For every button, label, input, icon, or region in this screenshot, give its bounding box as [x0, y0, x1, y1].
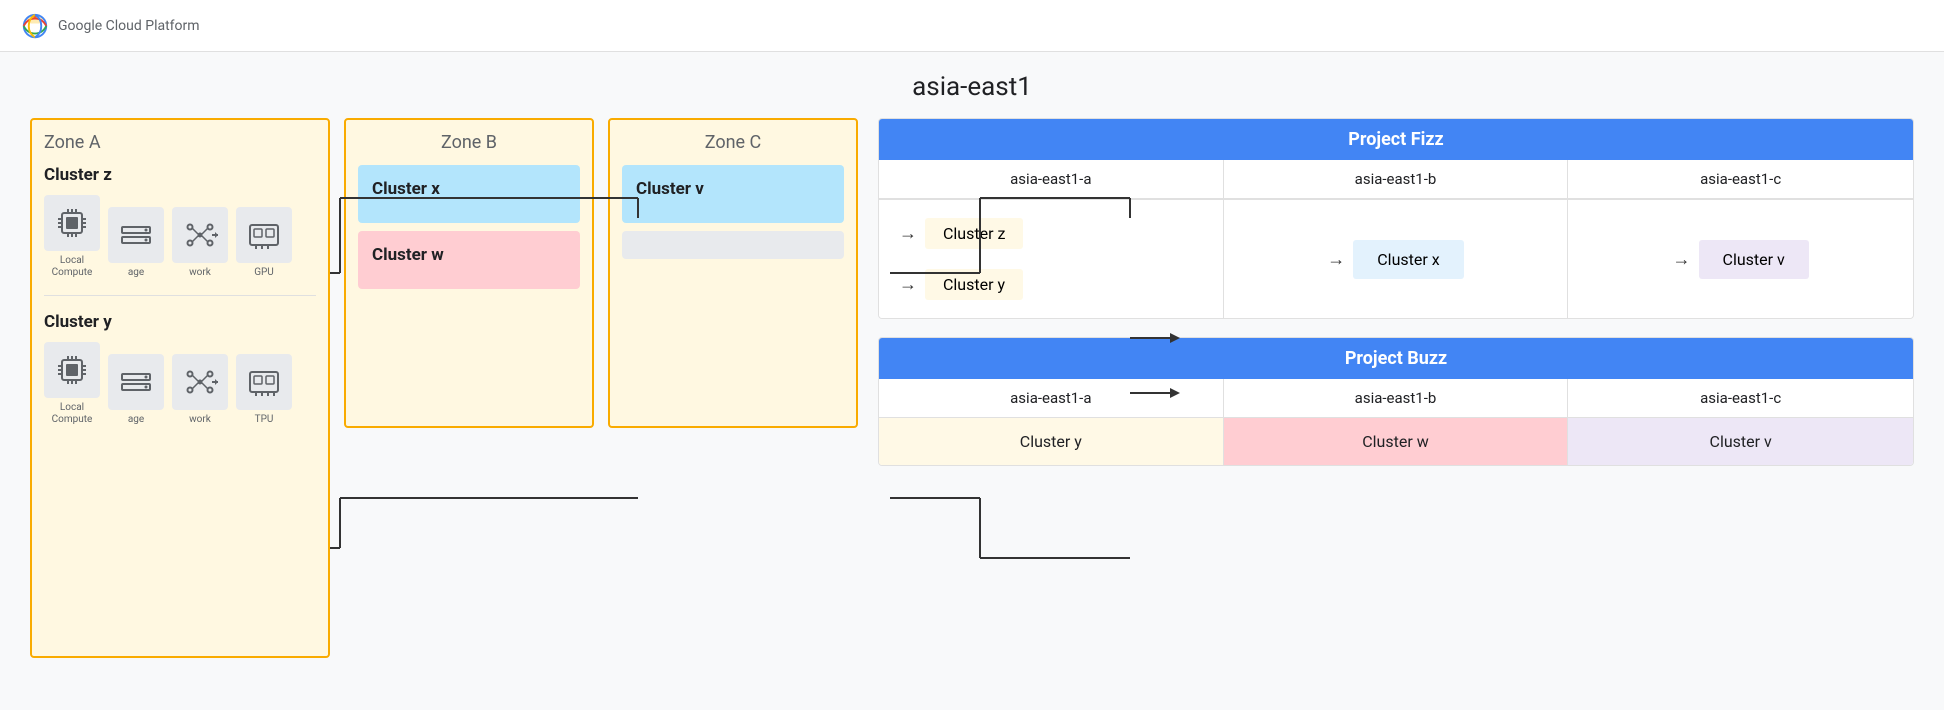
compute-y-icon-box — [44, 342, 100, 398]
main-content: asia-east1 — [0, 52, 1944, 710]
tpu-icon-label: TPU — [255, 414, 274, 426]
cluster-x: Cluster x — [358, 165, 580, 223]
storage-icon-box — [108, 207, 164, 263]
buzz-clusters-content: Cluster y Cluster w Cluster v — [879, 418, 1913, 465]
fizz-col-b: → Cluster x — [1224, 200, 1569, 318]
compute-y-icon-label: LocalCompute — [52, 402, 93, 426]
right-panel: Project Fizz asia-east1-a asia-east1-b a… — [878, 118, 1914, 466]
network-icon-label: work — [189, 267, 211, 279]
network-icon — [182, 217, 218, 253]
buzz-content: asia-east1-a asia-east1-b asia-east1-c C… — [879, 379, 1913, 465]
region-title: asia-east1 — [30, 72, 1914, 102]
fizz-col-a: → Cluster z → Cluster y — [879, 200, 1224, 318]
fizz-zone-b: asia-east1-b — [1224, 160, 1569, 198]
arrow-z: → — [899, 223, 917, 244]
fizz-col-c: → Cluster v — [1568, 200, 1913, 318]
cluster-w: Cluster w — [358, 231, 580, 289]
buzz-cluster-y: Cluster y — [879, 418, 1224, 465]
cpu-y-icon — [54, 352, 90, 388]
buzz-cluster-v: Cluster v — [1568, 418, 1913, 465]
buzz-zone-b: asia-east1-b — [1224, 379, 1569, 417]
fizz-cluster-z-row: → Cluster z — [899, 212, 1203, 255]
storage-y-icon-box — [108, 354, 164, 410]
compute-icon-box — [44, 195, 100, 251]
storage-icon-item: age — [108, 207, 164, 279]
cluster-v-label: Cluster v — [636, 179, 830, 199]
tpu-icon-box — [236, 354, 292, 410]
buzz-zone-c: asia-east1-c — [1568, 379, 1913, 417]
arrow-to-x: → — [1327, 249, 1345, 270]
project-buzz-header: Project Buzz — [879, 338, 1913, 379]
buzz-cluster-w: Cluster w — [1224, 418, 1569, 465]
tpu-icon — [246, 364, 282, 400]
network-y-icon-item: work — [172, 354, 228, 426]
project-fizz-header: Project Fizz — [879, 119, 1913, 160]
fizz-zone-a: asia-east1-a — [879, 160, 1224, 198]
gcp-logo-icon — [20, 11, 50, 41]
fizz-content: asia-east1-a asia-east1-b asia-east1-c →… — [879, 160, 1913, 318]
buzz-zones-header: asia-east1-a asia-east1-b asia-east1-c — [879, 379, 1913, 418]
storage-y-icon — [118, 364, 154, 400]
project-fizz: Project Fizz asia-east1-a asia-east1-b a… — [878, 118, 1914, 319]
storage-icon — [118, 217, 154, 253]
fizz-cluster-y-row: → Cluster y — [899, 263, 1203, 306]
tpu-icon-item: TPU — [236, 354, 292, 426]
cluster-v2 — [622, 231, 844, 259]
network-y-icon-label: work — [189, 414, 211, 426]
cluster-x-label: Cluster x — [372, 179, 566, 199]
zone-b-label: Zone B — [358, 132, 580, 153]
fizz-clusters-content: → Cluster z → Cluster y → Cluster x — [879, 199, 1913, 318]
gpu-icon-item: GPU — [236, 207, 292, 279]
diagram-wrapper: Zone A Cluster z — [30, 118, 1914, 658]
gpu-icon-box — [236, 207, 292, 263]
zone-c: Zone C Cluster v — [608, 118, 858, 428]
gcp-logo: Google Cloud Platform — [20, 11, 200, 41]
network-y-icon — [182, 364, 218, 400]
storage-icon-label: age — [128, 267, 144, 279]
cluster-y: Cluster y — [44, 312, 316, 426]
top-bar: Google Cloud Platform — [0, 0, 1944, 52]
cluster-z-icons: LocalCompute age — [44, 195, 316, 279]
fizz-cluster-y-label: Cluster y — [925, 269, 1023, 300]
arrow-y: → — [899, 274, 917, 295]
cpu-icon — [54, 205, 90, 241]
compute-icon-item: LocalCompute — [44, 195, 100, 279]
network-icon-box — [172, 207, 228, 263]
left-panel: Zone A Cluster z — [30, 118, 858, 658]
cluster-y-label: Cluster y — [44, 312, 316, 332]
zone-c-label: Zone C — [622, 132, 844, 153]
zone-b: Zone B Cluster x Cluster w — [344, 118, 594, 428]
fizz-cluster-v-label: Cluster v — [1699, 240, 1809, 279]
fizz-zone-c: asia-east1-c — [1568, 160, 1913, 198]
project-buzz: Project Buzz asia-east1-a asia-east1-b a… — [878, 337, 1914, 466]
gpu-icon-label: GPU — [254, 267, 274, 279]
gpu-icon — [246, 217, 282, 253]
compute-icon-label: LocalCompute — [52, 255, 93, 279]
fizz-cluster-z-label: Cluster z — [925, 218, 1023, 249]
cluster-w-label: Cluster w — [372, 245, 566, 265]
fizz-cluster-x-label: Cluster x — [1353, 240, 1463, 279]
zone-a: Zone A Cluster z — [30, 118, 330, 658]
network-y-icon-box — [172, 354, 228, 410]
arrow-to-v: → — [1673, 249, 1691, 270]
cluster-z: Cluster z — [44, 165, 316, 279]
buzz-zone-a: asia-east1-a — [879, 379, 1224, 417]
zone-a-label: Zone A — [44, 132, 316, 153]
fizz-zones-header: asia-east1-a asia-east1-b asia-east1-c — [879, 160, 1913, 199]
compute-y-icon-item: LocalCompute — [44, 342, 100, 426]
storage-y-icon-label: age — [128, 414, 144, 426]
cluster-y-icons: LocalCompute age — [44, 342, 316, 426]
cluster-v: Cluster v — [622, 165, 844, 223]
cluster-z-label: Cluster z — [44, 165, 316, 185]
network-icon-item: work — [172, 207, 228, 279]
storage-y-icon-item: age — [108, 354, 164, 426]
gcp-logo-label: Google Cloud Platform — [58, 18, 200, 34]
